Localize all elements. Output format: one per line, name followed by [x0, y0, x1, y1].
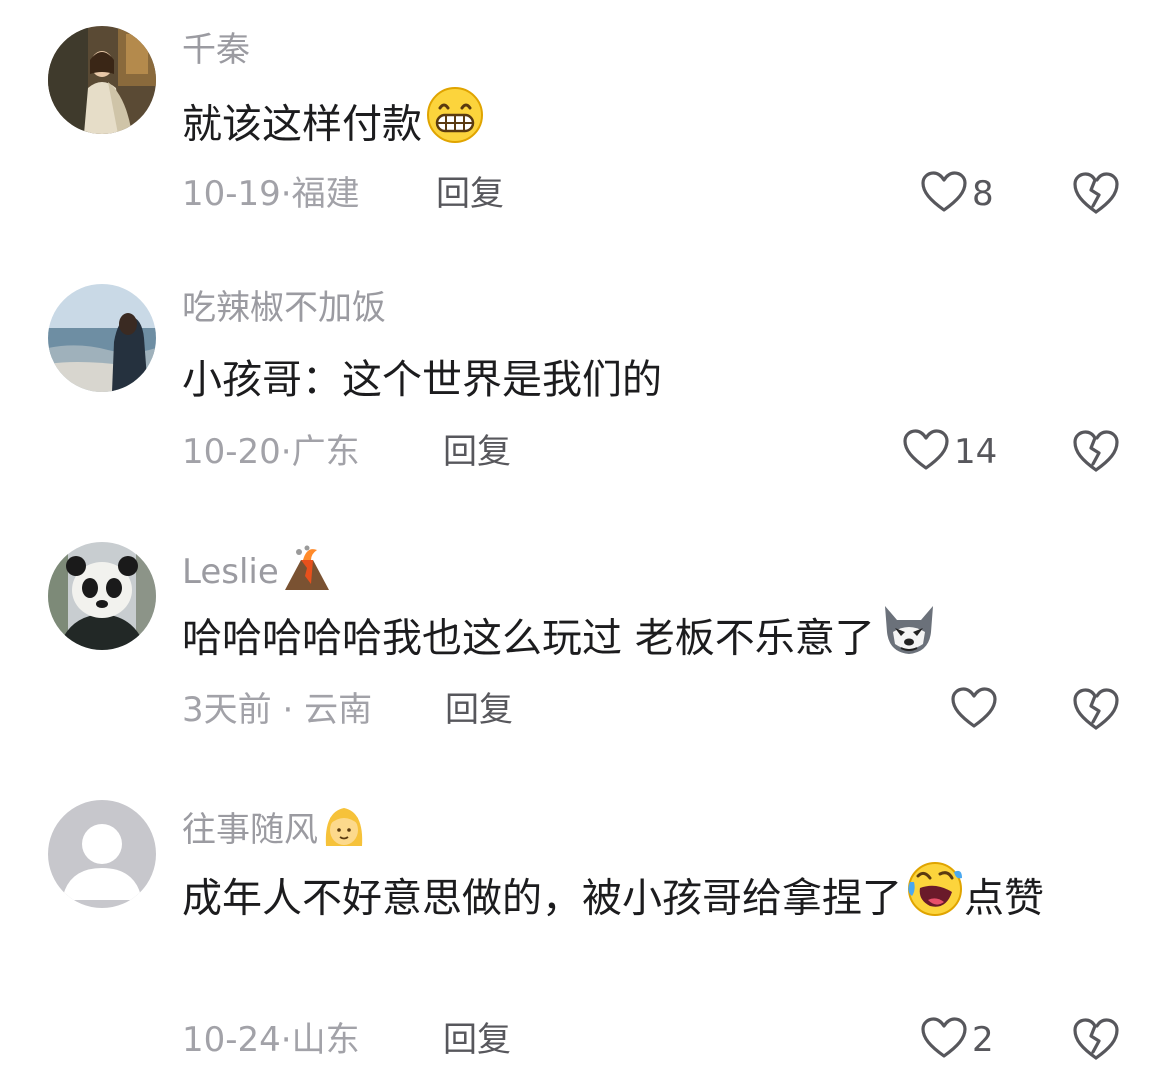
comment-text: 就该这样付款: [182, 86, 1112, 167]
like-button[interactable]: [950, 686, 1002, 734]
comment-date: 10-20: [182, 432, 281, 472]
heart-icon: [920, 1016, 968, 1064]
volcano-emoji: [281, 544, 333, 603]
meta-separator: ·: [280, 432, 292, 472]
avatar[interactable]: [48, 26, 156, 134]
dislike-button[interactable]: [1072, 686, 1120, 732]
dislike-button[interactable]: [1072, 170, 1120, 216]
comment-location: 福建: [291, 174, 360, 214]
broken-heart-icon: [1072, 688, 1120, 736]
comment-location: 广东: [291, 432, 360, 472]
comment-text: 成年人不好意思做的，被小孩哥给拿捏了 点赞: [182, 860, 1112, 941]
comment-meta: 10-19·福建: [182, 172, 360, 216]
reply-button[interactable]: 回复: [436, 172, 504, 216]
comment-text-content: 小孩哥：这个世界是我们的: [182, 357, 662, 403]
username[interactable]: Leslie: [182, 544, 333, 603]
like-count: 14: [954, 432, 998, 472]
meta-separator: ·: [271, 690, 305, 730]
comment-meta: 3天前 · 云南: [182, 688, 372, 732]
meta-separator: ·: [280, 174, 292, 214]
broken-heart-icon: [1072, 430, 1120, 478]
heart-icon: [950, 686, 998, 734]
comment-text-content: 成年人不好意思做的，被小孩哥给拿捏了: [182, 875, 902, 922]
comment-date: 10-24: [182, 1020, 281, 1060]
like-count: 2: [972, 1020, 994, 1060]
meta-separator: ·: [280, 1020, 292, 1060]
like-count: 8: [972, 174, 994, 214]
heart-icon: [920, 170, 968, 218]
reply-button[interactable]: 回复: [443, 1018, 511, 1062]
avatar[interactable]: [48, 542, 156, 650]
grinning-face-emoji: [426, 86, 484, 167]
username[interactable]: 吃辣椒不加饭: [182, 286, 386, 330]
comment-text-content: 哈哈哈哈哈我也这么玩过 老板不乐意了: [182, 615, 875, 662]
comment-meta: 10-24·山东: [182, 1018, 360, 1062]
username-text: Leslie: [182, 552, 279, 592]
broken-heart-icon: [1072, 172, 1120, 220]
username-text: 往事随风: [182, 810, 318, 850]
rolling-laughing-emoji: [906, 860, 964, 941]
username[interactable]: 千秦: [182, 28, 250, 72]
comment-meta: 10-20·广东: [182, 430, 360, 474]
comment-text-tail: 点赞: [964, 875, 1044, 922]
person-blond-emoji: [320, 802, 368, 861]
husky-dog-emoji: [879, 602, 939, 679]
comment-text: 小孩哥：这个世界是我们的: [182, 344, 1112, 416]
comment-location: 山东: [291, 1020, 360, 1060]
heart-icon: [902, 428, 950, 476]
like-button[interactable]: 14: [902, 428, 997, 476]
dislike-button[interactable]: [1072, 1016, 1120, 1062]
avatar[interactable]: [48, 800, 156, 908]
like-button[interactable]: 8: [920, 170, 994, 218]
dislike-button[interactable]: [1072, 428, 1120, 474]
reply-button[interactable]: 回复: [445, 688, 513, 732]
comment-date: 3天前: [182, 690, 272, 730]
avatar[interactable]: [48, 284, 156, 392]
reply-button[interactable]: 回复: [443, 430, 511, 474]
comment-text-content: 就该这样付款: [182, 101, 422, 148]
comment-location: 云南: [304, 690, 373, 730]
like-button[interactable]: 2: [920, 1016, 994, 1064]
comment-text: 哈哈哈哈哈我也这么玩过 老板不乐意了: [182, 602, 1112, 679]
broken-heart-icon: [1072, 1018, 1120, 1066]
username[interactable]: 往事随风: [182, 802, 368, 861]
comment-date: 10-19: [182, 174, 281, 214]
